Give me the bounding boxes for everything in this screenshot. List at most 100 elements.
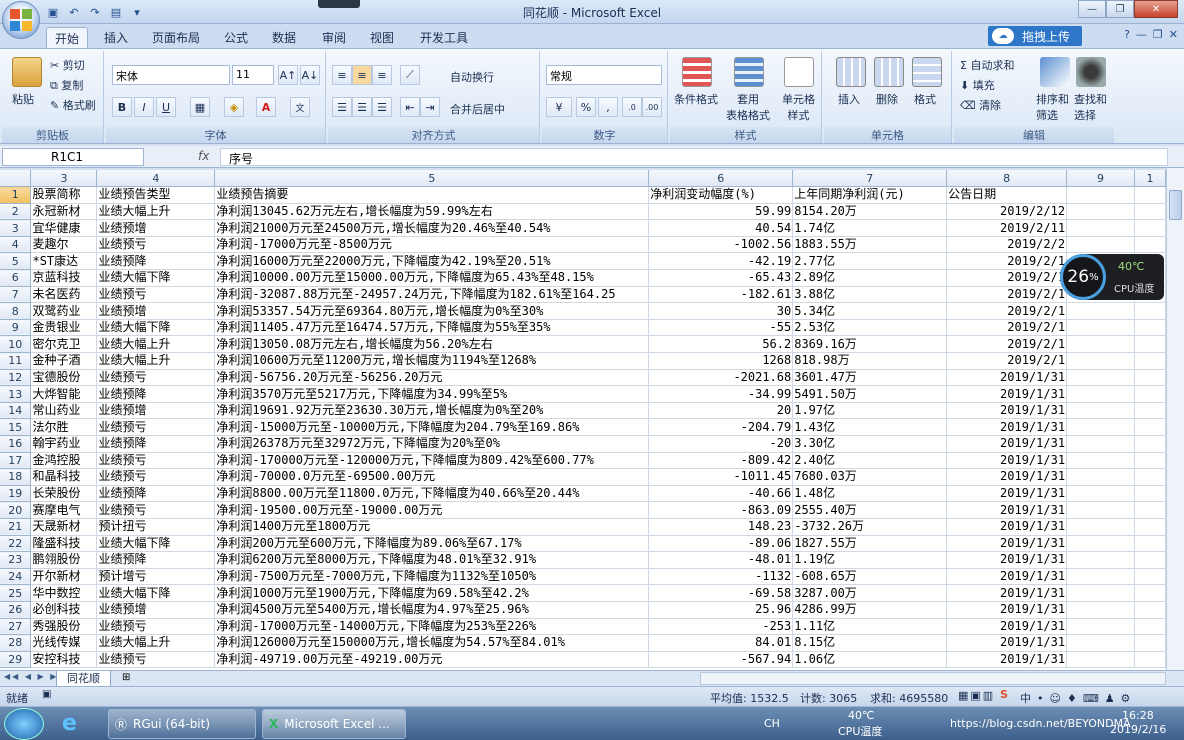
forecast-type-cell[interactable]: 业绩大幅上升 <box>96 634 216 652</box>
last-year-profit-cell[interactable]: 1.74亿 <box>792 219 948 237</box>
decrease-indent-icon[interactable]: ⇤ <box>400 97 420 117</box>
empty-cell[interactable] <box>1066 186 1135 204</box>
phonetic-icon[interactable]: 文 <box>290 97 310 117</box>
stock-name-cell[interactable]: 京蓝科技 <box>30 269 98 287</box>
empty-cell[interactable] <box>1066 452 1135 470</box>
delete-cells-icon[interactable] <box>874 57 904 87</box>
stock-name-cell[interactable]: 和晶科技 <box>30 468 98 486</box>
column-title-cell[interactable]: 上年同期净利润(元) <box>792 186 948 204</box>
empty-cell[interactable] <box>1134 435 1166 453</box>
align-bottom-icon[interactable]: ≡ <box>372 65 392 85</box>
announce-date-cell[interactable]: 2019/1/31 <box>946 535 1068 553</box>
last-year-profit-cell[interactable]: 5491.50万 <box>792 385 948 403</box>
stock-name-cell[interactable]: 光线传媒 <box>30 634 98 652</box>
announce-date-cell[interactable]: 2019/2/1 <box>946 252 1068 271</box>
empty-cell[interactable] <box>1066 651 1135 669</box>
row-header[interactable]: 18 <box>0 468 32 486</box>
help-icon[interactable]: ? <box>1124 28 1130 41</box>
row-header[interactable]: 10 <box>0 335 32 354</box>
autosum-button[interactable]: Σ 自动求和 <box>960 57 1014 73</box>
empty-cell[interactable] <box>1066 236 1135 254</box>
profit-change-cell[interactable]: -2021.68 <box>648 369 794 387</box>
last-year-profit-cell[interactable]: 7680.03万 <box>792 468 948 486</box>
last-year-profit-cell[interactable]: 3.30亿 <box>792 435 948 453</box>
ime-toolbar-icon[interactable]: 中•☺♦⌨♟⚙ <box>1020 690 1136 706</box>
forecast-summary-cell[interactable]: 净利润200万元至600万元,下降幅度为89.06%至67.17% <box>214 535 650 553</box>
profit-change-cell[interactable]: -42.19 <box>648 252 794 271</box>
horizontal-scrollbar[interactable] <box>700 672 1166 685</box>
stock-name-cell[interactable]: 常山药业 <box>30 402 98 420</box>
forecast-type-cell[interactable]: 业绩预增 <box>96 402 216 420</box>
row-header[interactable]: 16 <box>0 435 32 453</box>
forecast-type-cell[interactable]: 业绩大幅上升 <box>96 352 216 370</box>
column-title-cell[interactable]: 业绩预告类型 <box>96 186 216 204</box>
last-year-profit-cell[interactable]: 4286.99万 <box>792 601 948 619</box>
empty-cell[interactable] <box>1134 568 1166 586</box>
empty-cell[interactable] <box>1066 418 1135 436</box>
last-year-profit-cell[interactable]: 818.98万 <box>792 352 948 370</box>
tab-data[interactable]: 数据 <box>264 27 304 48</box>
forecast-type-cell[interactable]: 业绩预亏 <box>96 618 216 636</box>
row-header[interactable]: 11 <box>0 352 32 370</box>
row-header[interactable]: 14 <box>0 402 32 420</box>
align-left-icon[interactable]: ☰ <box>332 97 352 117</box>
announce-date-cell[interactable]: 2019/1/31 <box>946 385 1068 403</box>
tab-home[interactable]: 开始 <box>46 27 89 48</box>
row-header[interactable]: 29 <box>0 651 32 669</box>
empty-cell[interactable] <box>1066 435 1135 453</box>
profit-change-cell[interactable]: -809.42 <box>648 452 794 470</box>
announce-date-cell[interactable]: 2019/1/31 <box>946 452 1068 470</box>
forecast-type-cell[interactable]: 业绩预降 <box>96 551 216 569</box>
vertical-scrollbar[interactable] <box>1166 168 1184 670</box>
stock-name-cell[interactable]: 法尔胜 <box>30 418 98 436</box>
profit-change-cell[interactable]: 40.54 <box>648 219 794 237</box>
profit-change-cell[interactable]: -89.06 <box>648 535 794 553</box>
forecast-type-cell[interactable]: 业绩预亏 <box>96 236 216 254</box>
stock-name-cell[interactable]: 未名医药 <box>30 286 98 304</box>
stock-name-cell[interactable]: 赛摩电气 <box>30 501 98 519</box>
stock-name-cell[interactable]: 宝德股份 <box>30 369 98 387</box>
last-year-profit-cell[interactable]: 8.15亿 <box>792 634 948 652</box>
stock-name-cell[interactable]: 宜华健康 <box>30 219 98 237</box>
column-header[interactable]: 5 <box>214 170 650 188</box>
empty-cell[interactable] <box>1134 236 1166 254</box>
stock-name-cell[interactable]: 安控科技 <box>30 651 98 669</box>
fill-color-icon[interactable]: ◈ <box>224 97 244 117</box>
empty-cell[interactable] <box>1066 219 1135 237</box>
last-year-profit-cell[interactable]: 1883.55万 <box>792 236 948 254</box>
corner-select-all[interactable] <box>0 170 32 188</box>
stock-name-cell[interactable]: 秀强股份 <box>30 618 98 636</box>
forecast-summary-cell[interactable]: 净利润-70000.0万元至-69500.00万元 <box>214 468 650 486</box>
last-year-profit-cell[interactable]: 5.34亿 <box>792 302 948 320</box>
ribbon-minimize-icon[interactable]: — <box>1136 28 1147 41</box>
column-title-cell[interactable]: 净利润变动幅度(%) <box>648 186 794 204</box>
announce-date-cell[interactable]: 2019/2/2 <box>946 236 1068 254</box>
forecast-summary-cell[interactable]: 净利润26378万元至32972万元,下降幅度为20%至0% <box>214 435 650 453</box>
column-header[interactable]: 1 <box>1134 170 1166 188</box>
forecast-summary-cell[interactable]: 净利润10000.00万元至15000.00万元,下降幅度为65.43%至48.… <box>214 269 650 287</box>
accounting-format-icon[interactable]: ¥ <box>546 97 572 117</box>
cut-button[interactable]: ✂ 剪切 <box>50 57 85 73</box>
announce-date-cell[interactable]: 2019/2/1 <box>946 319 1068 337</box>
paste-button[interactable]: 粘贴 <box>12 91 34 107</box>
forecast-type-cell[interactable]: 业绩大幅上升 <box>96 203 216 221</box>
forecast-type-cell[interactable]: 业绩大幅下降 <box>96 584 216 602</box>
forecast-summary-cell[interactable]: 净利润16000万元至22000万元,下降幅度为42.19%至20.51% <box>214 252 650 271</box>
empty-cell[interactable] <box>1066 203 1135 221</box>
last-year-profit-cell[interactable]: -3732.26万 <box>792 518 948 536</box>
last-year-profit-cell[interactable]: 2.40亿 <box>792 452 948 470</box>
profit-change-cell[interactable]: -1011.45 <box>648 468 794 486</box>
table-format-icon[interactable] <box>734 57 764 87</box>
profit-change-cell[interactable]: 148.23 <box>648 518 794 536</box>
announce-date-cell[interactable]: 2019/1/31 <box>946 568 1068 586</box>
empty-cell[interactable] <box>1066 385 1135 403</box>
shrink-font-icon[interactable]: A↓ <box>300 65 320 85</box>
empty-cell[interactable] <box>1066 618 1135 636</box>
stock-name-cell[interactable]: 华中数控 <box>30 584 98 602</box>
row-header[interactable]: 22 <box>0 535 32 553</box>
forecast-type-cell[interactable]: 业绩预亏 <box>96 286 216 304</box>
forecast-summary-cell[interactable]: 净利润126000万元至150000万元,增长幅度为54.57%至84.01% <box>214 634 650 652</box>
row-header[interactable]: 19 <box>0 485 32 503</box>
forecast-summary-cell[interactable]: 净利润-17000万元至-14000万元,下降幅度为253%至226% <box>214 618 650 636</box>
forecast-summary-cell[interactable]: 净利润6200万元至8000万元,下降幅度为48.01%至32.91% <box>214 551 650 569</box>
